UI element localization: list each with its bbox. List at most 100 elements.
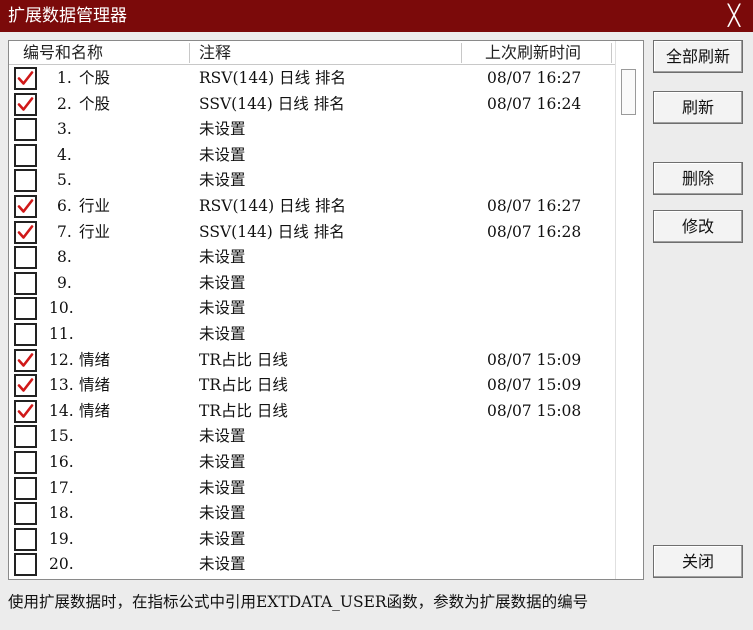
checked-checkbox[interactable] bbox=[14, 374, 37, 398]
item-number-name: 20. bbox=[49, 555, 74, 574]
checked-checkbox[interactable] bbox=[14, 92, 37, 116]
checkmark-icon bbox=[17, 378, 34, 392]
item-note: RSV(144) 日线 排名 bbox=[199, 196, 347, 215]
unchecked-checkbox[interactable] bbox=[14, 271, 37, 295]
column-header-note[interactable]: 注释 bbox=[199, 41, 231, 65]
list-item[interactable]: 11. 未设置 bbox=[9, 322, 615, 348]
list-header: 编号和名称 注释 上次刷新时间 bbox=[9, 41, 615, 65]
unchecked-checkbox[interactable] bbox=[14, 169, 37, 193]
scrollbar-thumb[interactable] bbox=[621, 69, 636, 115]
item-name: 情绪 bbox=[79, 376, 111, 395]
item-number-name: 19. bbox=[49, 529, 74, 548]
checked-checkbox[interactable] bbox=[14, 399, 37, 423]
list-item[interactable]: 6. 行业 RSV(144) 日线 排名 08/07 16:27 bbox=[9, 194, 615, 220]
delete-button[interactable]: 删除 bbox=[653, 162, 743, 195]
unchecked-checkbox[interactable] bbox=[14, 322, 37, 346]
checked-checkbox[interactable] bbox=[14, 194, 37, 218]
list-item[interactable]: 10. 未设置 bbox=[9, 296, 615, 322]
checked-checkbox[interactable] bbox=[14, 348, 37, 372]
item-note: TR占比 日线 bbox=[199, 350, 288, 369]
item-note: 未设置 bbox=[199, 324, 246, 343]
title-bar: 扩展数据管理器 ╳ bbox=[0, 0, 753, 32]
vertical-scrollbar[interactable] bbox=[615, 41, 643, 579]
list-item[interactable]: 20. 未设置 bbox=[9, 552, 615, 578]
checkmark-icon bbox=[17, 403, 34, 418]
item-number-name: 8. bbox=[57, 248, 72, 267]
list-item[interactable]: 4. 未设置 bbox=[9, 143, 615, 169]
item-name: 个股 bbox=[79, 69, 111, 87]
list-item[interactable]: 17. 未设置 bbox=[9, 476, 615, 502]
item-number-name: 7. bbox=[57, 222, 72, 241]
checkmark-icon bbox=[17, 71, 34, 85]
item-note: SSV(144) 日线 排名 bbox=[199, 94, 345, 113]
unchecked-checkbox[interactable] bbox=[14, 476, 37, 500]
list-item[interactable]: 19. 未设置 bbox=[9, 527, 615, 553]
item-refresh-time: 08/07 15:09 bbox=[487, 376, 582, 395]
item-note: 未设置 bbox=[199, 504, 246, 523]
close-icon[interactable]: ╳ bbox=[721, 2, 747, 28]
list-item[interactable]: 8. 未设置 bbox=[9, 245, 615, 271]
column-header-refresh-time[interactable]: 上次刷新时间 bbox=[485, 41, 581, 65]
item-number-name: 3. bbox=[57, 120, 72, 139]
column-header-name[interactable]: 编号和名称 bbox=[23, 41, 103, 65]
list-item[interactable]: 5. 未设置 bbox=[9, 168, 615, 194]
item-note: 未设置 bbox=[199, 171, 246, 190]
column-divider[interactable] bbox=[189, 43, 190, 63]
unchecked-checkbox[interactable] bbox=[14, 143, 37, 167]
unchecked-checkbox[interactable] bbox=[14, 553, 37, 577]
checked-checkbox[interactable] bbox=[14, 220, 37, 244]
checked-checkbox[interactable] bbox=[14, 67, 37, 90]
item-number-name: 10. bbox=[49, 299, 74, 318]
column-divider[interactable] bbox=[461, 43, 462, 63]
item-name: 个股 bbox=[79, 94, 111, 113]
item-note: 未设置 bbox=[199, 478, 246, 497]
item-name: 情绪 bbox=[79, 350, 111, 369]
list-item[interactable]: 7. 行业 SSV(144) 日线 排名 08/07 16:28 bbox=[9, 220, 615, 246]
status-hint: 使用扩展数据时，在指标公式中引用EXTDATA_USER函数，参数为扩展数据的编… bbox=[8, 593, 589, 611]
item-name: 情绪 bbox=[79, 401, 111, 420]
list-item[interactable]: 18. 未设置 bbox=[9, 501, 615, 527]
unchecked-checkbox[interactable] bbox=[14, 502, 37, 526]
unchecked-checkbox[interactable] bbox=[14, 425, 37, 449]
unchecked-checkbox[interactable] bbox=[14, 118, 37, 142]
item-number-name: 16. bbox=[49, 452, 74, 471]
item-number-name: 15. bbox=[49, 427, 74, 446]
item-note: 未设置 bbox=[199, 427, 246, 446]
list-rows: 1. 个股 RSV(144) 日线 排名 08/07 16:27 2. 个股 SSV(144… bbox=[9, 66, 615, 578]
close-button[interactable]: 关闭 bbox=[653, 545, 743, 578]
item-note: 未设置 bbox=[199, 529, 246, 548]
list-item[interactable]: 16. 未设置 bbox=[9, 450, 615, 476]
list-item[interactable]: 1. 个股 RSV(144) 日线 排名 08/07 16:27 bbox=[9, 66, 615, 92]
item-number-name: 18. bbox=[49, 504, 74, 523]
item-refresh-time: 08/07 15:08 bbox=[487, 401, 582, 420]
item-number-name: 11. bbox=[49, 324, 74, 343]
refresh-all-button[interactable]: 全部刷新 bbox=[653, 40, 743, 73]
item-note: SSV(144) 日线 排名 bbox=[199, 222, 345, 241]
extension-data-list[interactable]: 编号和名称 注释 上次刷新时间 1. 个股 RSV(144) 日线 排名 08/07 … bbox=[8, 40, 644, 580]
unchecked-checkbox[interactable] bbox=[14, 246, 37, 270]
list-item[interactable]: 15. 未设置 bbox=[9, 424, 615, 450]
item-note: 未设置 bbox=[199, 120, 246, 139]
item-note: 未设置 bbox=[199, 299, 246, 318]
list-item[interactable]: 3. 未设置 bbox=[9, 117, 615, 143]
unchecked-checkbox[interactable] bbox=[14, 527, 37, 551]
unchecked-checkbox[interactable] bbox=[14, 450, 37, 474]
list-item[interactable]: 13. 情绪 TR占比 日线 08/07 15:09 bbox=[9, 373, 615, 399]
refresh-button[interactable]: 刷新 bbox=[653, 91, 743, 124]
unchecked-checkbox[interactable] bbox=[14, 297, 37, 321]
item-note: TR占比 日线 bbox=[199, 376, 288, 395]
list-item[interactable]: 2. 个股 SSV(144) 日线 排名 08/07 16:24 bbox=[9, 92, 615, 118]
item-number-name: 13. bbox=[49, 376, 74, 395]
checkmark-icon bbox=[17, 96, 34, 111]
item-note: 未设置 bbox=[199, 273, 246, 292]
item-number-name: 9. bbox=[57, 273, 72, 292]
list-item[interactable]: 12. 情绪 TR占比 日线 08/07 15:09 bbox=[9, 348, 615, 374]
item-number-name: 6. bbox=[57, 196, 72, 215]
list-item[interactable]: 14. 情绪 TR占比 日线 08/07 15:08 bbox=[9, 399, 615, 425]
column-divider[interactable] bbox=[611, 43, 612, 63]
edit-button[interactable]: 修改 bbox=[653, 210, 743, 243]
checkmark-icon bbox=[17, 199, 34, 213]
list-item[interactable]: 9. 未设置 bbox=[9, 271, 615, 297]
item-note: 未设置 bbox=[199, 248, 246, 267]
item-note: RSV(144) 日线 排名 bbox=[199, 69, 347, 87]
